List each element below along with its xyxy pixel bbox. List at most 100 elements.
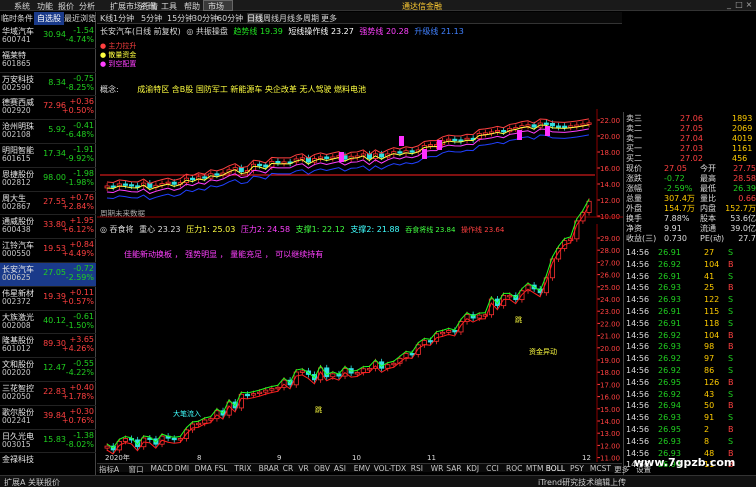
tick-price: 26.91 <box>658 271 681 281</box>
indicator-tab[interactable]: TRIX <box>234 464 251 473</box>
stock-pct: +4.49% <box>61 249 94 259</box>
tick-row: 14:56 26.92 104 B <box>626 331 756 341</box>
menu-help[interactable]: 帮助 <box>184 1 200 12</box>
tick-price: 26.93 <box>658 436 681 446</box>
period-1min[interactable]: 1分钟 <box>113 13 134 24</box>
stock-price: 15.83 <box>43 434 66 444</box>
tick-price: 26.91 <box>658 248 681 257</box>
login-text[interactable]: 通达信金融 <box>402 1 442 12</box>
market-tab[interactable]: 市场 <box>203 0 233 11</box>
stock-price: 27.05 <box>43 268 66 277</box>
indicator-tab[interactable]: VR <box>298 464 308 473</box>
period-5min[interactable]: 5分钟 <box>141 13 162 24</box>
indicator-tab[interactable]: CR <box>283 464 293 473</box>
tab-my-stocks[interactable]: 自选股 <box>34 12 64 25</box>
stock-row[interactable]: 福莱特 601865 <box>0 49 96 73</box>
indicator-tab[interactable]: MCST <box>590 464 611 473</box>
period-day[interactable]: 日线 <box>247 13 263 24</box>
indicator-tab[interactable]: RSI <box>411 464 423 473</box>
stock-row[interactable]: 德赛西威 002920 72.96 +0.36 +0.50% <box>0 96 96 121</box>
stock-row[interactable]: 华域汽车 600741 30.94 -1.54 -4.74% <box>0 25 96 49</box>
tick-row: 14:56 26.92 104 B <box>626 260 756 270</box>
stock-row[interactable]: 金禄科技 <box>0 453 96 478</box>
maximize-icon[interactable]: □ <box>734 0 744 10</box>
quote-row: 外盘 154.7万 内盘 152.7万 <box>626 204 756 213</box>
stock-row[interactable]: 万安科技 002590 8.34 -0.75 -8.25% <box>0 73 96 97</box>
stock-row[interactable]: 歌尔股份 002241 39.84 +0.30 +0.76% <box>0 406 96 430</box>
stock-row[interactable]: 日久光电 003015 15.83 -1.38 -8.02% <box>0 430 96 454</box>
indicator-tab[interactable]: DMA <box>195 464 212 473</box>
menu-system[interactable]: 系统 <box>14 1 30 12</box>
tick-price: 26.93 <box>658 283 681 293</box>
quote-label: PE(动) <box>700 234 725 243</box>
support2-value: 支撑2: 21.88 <box>350 225 400 234</box>
ob-volume: 456 <box>732 154 748 163</box>
stock-row[interactable]: 通威股份 600438 33.80 +1.95 +6.12% <box>0 215 96 240</box>
upper-candle <box>214 173 220 176</box>
indicator-tab[interactable]: MACD <box>151 464 173 473</box>
stock-row[interactable]: 明阳智能 601615 17.34 -1.91 -9.92% <box>0 144 96 168</box>
indicator-tab[interactable]: WR <box>431 464 444 473</box>
period-30min[interactable]: 30分钟 <box>192 13 218 24</box>
stock-change: -0.55 <box>73 359 94 369</box>
indicator-tab[interactable]: EMV <box>354 464 370 473</box>
menu-function[interactable]: 功能 <box>37 1 53 12</box>
tick-time: 14:56 <box>626 366 650 375</box>
menu-analysis[interactable]: 分析 <box>79 1 95 12</box>
period-more[interactable]: 更多 <box>321 13 337 24</box>
stock-row[interactable]: 江铃汽车 000550 19.53 +0.84 +4.49% <box>0 239 96 263</box>
stock-row[interactable]: 周大生 002867 27.55 +0.76 +2.84% <box>0 192 96 216</box>
indicator-tab[interactable]: FSL <box>215 464 228 473</box>
stock-row[interactable]: 大族激光 002008 40.12 -0.61 -1.50% <box>0 311 96 335</box>
indicator-tab[interactable]: 指标A <box>99 464 119 475</box>
indicator-tab[interactable]: ROC <box>506 464 522 473</box>
menu-news[interactable]: 资讯 <box>140 1 156 12</box>
indicator-tab[interactable]: BRAR <box>259 464 279 473</box>
upper-axis-tick: 22.00 <box>600 117 620 125</box>
quote-value: 27.05 <box>664 164 687 173</box>
period-15min[interactable]: 15分钟 <box>167 13 193 24</box>
upper-axis-tick: 16.00 <box>600 165 620 173</box>
stock-code: 002008 <box>2 320 31 330</box>
minimize-icon[interactable]: _ <box>724 0 734 10</box>
upper-candle <box>525 124 531 127</box>
indicator-tab[interactable]: MTM <box>526 464 544 473</box>
tick-price: 26.92 <box>658 366 681 375</box>
indicator-tab[interactable]: ASI <box>334 464 346 473</box>
tab-recent[interactable]: 最近浏览 <box>64 12 96 25</box>
tick-volume: 41 <box>704 271 715 281</box>
stock-row[interactable]: 文和股份 002020 12.47 -0.55 -4.22% <box>0 358 96 382</box>
indicator-tab[interactable]: 更多 <box>614 464 629 475</box>
indicator-tab[interactable]: VOL-TDX <box>374 464 406 473</box>
stock-row[interactable]: 三花智控 002050 22.83 +0.40 +1.78% <box>0 382 96 406</box>
indicator-tab[interactable]: CCI <box>486 464 499 473</box>
stock-row[interactable]: 长安汽车 000625 27.05 -0.72 -2.59% <box>0 263 96 287</box>
period-60min[interactable]: 60分钟 <box>217 13 243 24</box>
chart-label: 跳 <box>515 315 522 324</box>
indicator-tab[interactable]: 窗口 <box>129 464 144 475</box>
note-part: 佳能新动换板 <box>124 250 172 259</box>
quote-value: 27.75 <box>733 164 756 173</box>
indicator-tab[interactable]: OBV <box>314 464 330 473</box>
indicator-tab[interactable]: DMI <box>175 464 189 473</box>
indicator-tab[interactable]: PSY <box>570 464 584 473</box>
tick-price: 26.91 <box>658 318 681 328</box>
quote-label: 涨跌 <box>626 174 642 183</box>
lower-candle <box>354 372 360 375</box>
menu-quote[interactable]: 报价 <box>58 1 74 12</box>
orderbook-row: 卖一 27.04 4019 <box>626 135 756 143</box>
stock-row[interactable]: 隆基股份 601012 89.30 +3.65 +4.26% <box>0 334 96 359</box>
stock-row[interactable]: 恩捷股份 002812 98.00 -1.98 -1.98% <box>0 168 96 192</box>
indicator-tab[interactable]: SAR <box>446 464 461 473</box>
chart-canvas[interactable]: 22.0020.0018.0016.0014.0012.0010.00 29.0… <box>97 24 623 462</box>
stock-row[interactable]: 伟星新材 002372 19.39 +0.11 +0.57% <box>0 287 96 311</box>
close-icon[interactable]: × <box>744 0 754 10</box>
period-week[interactable]: 周线 <box>263 13 279 24</box>
indicator-tab[interactable]: BOLL <box>546 464 565 473</box>
stock-row[interactable]: 沧州明珠 002108 5.92 -0.41 -6.48% <box>0 120 96 144</box>
menu-tools[interactable]: 工具 <box>161 1 177 12</box>
indicator-tab[interactable]: KDJ <box>466 464 479 473</box>
period-multi[interactable]: 多周期 <box>295 13 319 24</box>
tab-temp-condition[interactable]: 临时条件 <box>0 12 34 25</box>
period-month[interactable]: 月线 <box>279 13 295 24</box>
